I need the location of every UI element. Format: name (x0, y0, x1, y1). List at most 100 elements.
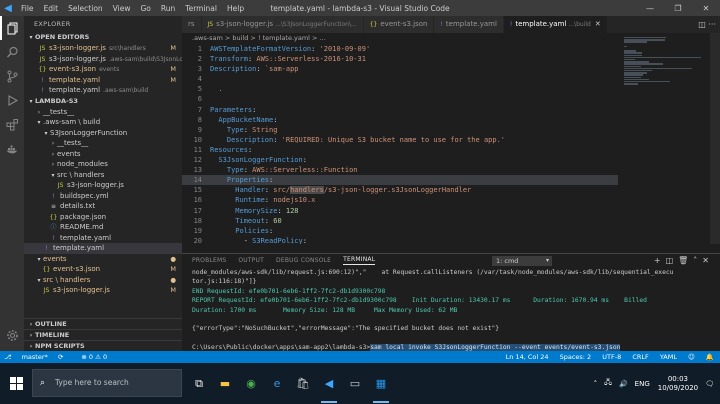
terminal-taskbar-icon[interactable]: ▭ (342, 363, 368, 404)
npm-scripts-header[interactable]: › NPM SCRIPTS (24, 340, 182, 351)
tree-folder[interactable]: ▾ src \ handlers ● (24, 275, 182, 286)
indentation-status[interactable]: Spaces: 2 (560, 353, 592, 361)
open-editor-item[interactable]: JS s3-json-logger.js .aws-sam\build\S3Json… (24, 54, 182, 65)
tab-debug-console[interactable]: DEBUG CONSOLE (276, 257, 331, 265)
close-icon[interactable]: ✕ (595, 20, 601, 28)
volume-icon[interactable]: 🔊 (619, 380, 628, 388)
tree-file[interactable]: ! template.yaml (24, 243, 182, 254)
problems-status[interactable]: ⊗ 0 ⚠ 0 (81, 353, 107, 361)
split-editor-icon[interactable]: ◫ (698, 20, 706, 29)
language-mode[interactable]: YAML (660, 353, 677, 361)
search-icon[interactable] (0, 40, 24, 64)
explorer-icon[interactable] (0, 16, 24, 40)
tree-folder[interactable]: ▾ .aws-sam \ build (24, 117, 182, 128)
add-terminal-icon[interactable]: + (654, 256, 666, 265)
tree-file[interactable]: {} package.json (24, 212, 182, 223)
tree-file[interactable]: ⓘ README.md (24, 222, 182, 233)
extensions-icon[interactable] (0, 112, 24, 136)
editor-scrollbar[interactable] (710, 33, 720, 244)
open-editor-path: .aws-sam\build (103, 87, 149, 94)
menu-go[interactable]: Go (135, 4, 155, 13)
timeline-header[interactable]: › TIMELINE (24, 329, 182, 340)
chrome-icon[interactable]: ◉ (238, 363, 264, 404)
docker-taskbar-icon[interactable]: ▦ (368, 363, 394, 404)
line-number: 3 (197, 65, 202, 74)
menu-run[interactable]: Run (156, 4, 180, 13)
code-editor[interactable]: 1 AWSTemplateFormatVersion: '2010-09-09' 2… (182, 44, 618, 244)
code-token: MemorySize (210, 206, 278, 215)
file-explorer-icon[interactable]: ▬ (212, 363, 238, 404)
edge-icon[interactable]: e (264, 363, 290, 404)
branch-status[interactable]: ⎇ master* ⟳ (4, 353, 71, 361)
close-icon[interactable]: ✕ (692, 0, 720, 16)
tab-terminal[interactable]: TERMINAL (343, 256, 376, 265)
maximize-panel-icon[interactable]: ˄ (693, 256, 702, 265)
menu-view[interactable]: View (108, 4, 136, 13)
tree-file[interactable]: {} event-s3.json M (24, 264, 182, 275)
tree-file[interactable]: ≡ details.txt (24, 201, 182, 212)
bell-icon[interactable]: 🔔 (706, 353, 714, 361)
menu-file[interactable]: File (16, 4, 39, 13)
open-editor-item[interactable]: {} event-s3.json events M (24, 64, 182, 75)
breadcrumb[interactable]: .aws-sam > build > ! template.yaml > ... (182, 33, 620, 44)
run-debug-icon[interactable] (0, 88, 24, 112)
more-actions-icon[interactable]: ··· (708, 20, 716, 29)
cursor-position[interactable]: Ln 14, Col 24 (506, 353, 549, 361)
outline-header[interactable]: › OUTLINE (24, 318, 182, 329)
notifications-icon[interactable]: 🗨 (705, 380, 714, 388)
input-language[interactable]: ENG (635, 380, 650, 388)
menu-edit[interactable]: Edit (39, 4, 64, 13)
editor-tab[interactable]: ! template.yaml ...\build ✕ (503, 16, 608, 33)
source-control-icon[interactable] (0, 64, 24, 88)
start-button[interactable] (0, 363, 32, 404)
tree-file[interactable]: JS s3-json-logger.js (24, 180, 182, 191)
close-panel-icon[interactable]: ✕ (702, 256, 714, 265)
editor-tab[interactable]: JS s3-json-logger.js ...\S3JsonLoggerFunct… (201, 16, 364, 33)
docker-icon[interactable] (0, 136, 24, 160)
tree-file[interactable]: ! template.yaml (24, 233, 182, 244)
open-editor-item[interactable]: ! template.yaml .aws-sam\build (24, 85, 182, 96)
eol-status[interactable]: CRLF (632, 353, 648, 361)
editor-tab[interactable]: rs (182, 16, 202, 33)
terminal-output[interactable]: node_modules/aws-sdk/lib/request.js:690:… (192, 268, 712, 353)
minimize-icon[interactable]: — (636, 0, 664, 16)
menu-terminal[interactable]: Terminal (180, 4, 222, 13)
minimap-line (624, 45, 628, 48)
tree-file[interactable]: JS s3-json-logger.js M (24, 285, 182, 296)
menu-selection[interactable]: Selection (63, 4, 108, 13)
trash-icon[interactable]: 🗑 (678, 256, 693, 265)
editor-tab[interactable]: ! template.yaml (434, 16, 504, 33)
store-icon[interactable]: 🛍 (290, 363, 316, 404)
editor-tab[interactable]: {} event-s3.json (363, 16, 435, 33)
tree-file[interactable]: ! buildspec.yml (24, 191, 182, 202)
network-icon[interactable]: 🖧 (604, 378, 612, 389)
split-terminal-icon[interactable]: ◫ (666, 256, 679, 265)
tree-folder[interactable]: ▾ events ● (24, 254, 182, 265)
tree-folder[interactable]: ▾ S3JsonLoggerFunction (24, 128, 182, 139)
open-editor-item[interactable]: ! template.yaml M (24, 75, 182, 86)
tree-folder[interactable]: › __tests__ (24, 138, 182, 149)
task-view-icon[interactable]: ⧉ (186, 363, 212, 404)
open-editors-header[interactable]: ▾ OPEN EDITORS (24, 32, 182, 43)
terminal-select[interactable]: 1: cmd ▾ (492, 256, 552, 266)
code-token: src/ (273, 186, 291, 195)
vscode-taskbar-icon[interactable]: ◀ (316, 363, 342, 404)
tree-folder[interactable]: › __tests__ (24, 107, 182, 118)
feedback-icon[interactable]: ☺ (688, 353, 695, 361)
clock[interactable]: 00:03 10/09/2020 (658, 375, 698, 393)
tab-output[interactable]: OUTPUT (238, 257, 264, 265)
menu-help[interactable]: Help (222, 4, 249, 13)
line-number: 2 (197, 55, 202, 64)
restore-icon[interactable]: ❐ (664, 0, 692, 16)
tree-folder[interactable]: › node_modules (24, 159, 182, 170)
encoding-status[interactable]: UTF-8 (602, 353, 621, 361)
tab-problems[interactable]: PROBLEMS (192, 257, 226, 265)
tree-folder[interactable]: ▾ src \ handlers (24, 170, 182, 181)
open-editor-item[interactable]: JS s3-json-logger.js src\handlers M (24, 43, 182, 54)
project-header[interactable]: ▾ LAMBDA-S3 (24, 96, 182, 107)
tree-folder[interactable]: › events (24, 149, 182, 160)
gear-icon[interactable] (0, 323, 24, 347)
taskbar-search[interactable]: ⌕ Type here to search (32, 369, 182, 397)
minimap[interactable] (618, 33, 720, 244)
tray-chevron-icon[interactable]: ˄ (594, 380, 598, 388)
